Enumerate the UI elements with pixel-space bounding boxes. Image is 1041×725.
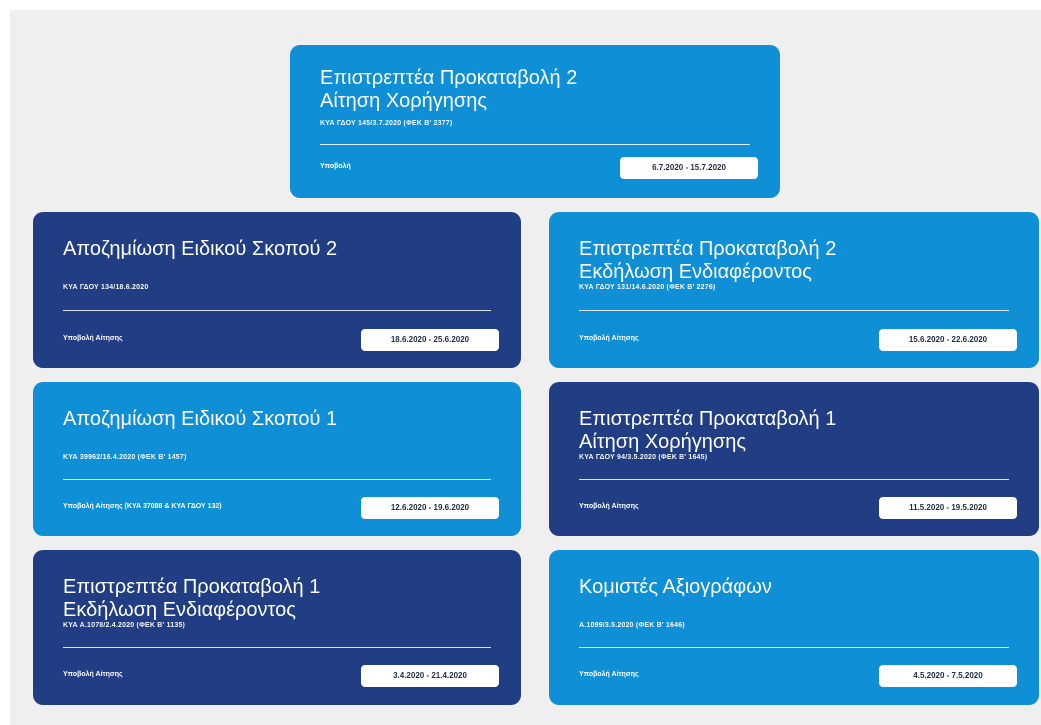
card-title: Αποζημίωση Ειδικού Σκοπού 2	[63, 238, 338, 260]
card-date-range: 18.6.2020 - 25.6.2020	[361, 329, 499, 351]
card-apozimiosi-1[interactable]: Αποζημίωση Ειδικού Σκοπού 1 ΚΥΑ 39962/16…	[33, 382, 521, 536]
card-submit-label: Υποβολή Αίτησης	[579, 671, 639, 678]
card-title: Επιστρεπτέα Προκαταβολή 2 Αίτηση Χορήγησ…	[320, 67, 578, 112]
card-submit-label: Υποβολή	[320, 163, 351, 170]
card-divider	[579, 310, 1009, 311]
card-divider	[63, 310, 491, 311]
card-reference: ΚΥΑ ΓΔΟΥ 131/14.6.2020 (ΦΕΚ Β' 2276)	[579, 284, 716, 291]
card-submit-label: Υποβολή Αίτησης	[579, 503, 639, 510]
card-divider	[63, 647, 491, 648]
card-divider	[320, 144, 750, 145]
card-epistreptea-1-ekdilosi[interactable]: Επιστρεπτέα Προκαταβολή 1 Εκδήλωση Ενδια…	[33, 550, 521, 705]
card-reference: ΚΥΑ ΓΔΟΥ 145/3.7.2020 (ΦΕΚ Β' 2377)	[320, 120, 453, 127]
card-title: Αποζημίωση Ειδικού Σκοπού 1	[63, 408, 338, 430]
card-date-range: 11.5.2020 - 19.5.2020	[879, 497, 1017, 519]
card-reference: Α.1099/3.5.2020 (ΦΕΚ Β' 1646)	[579, 622, 685, 629]
card-divider	[579, 479, 1009, 480]
card-date-range: 3.4.2020 - 21.4.2020	[361, 665, 499, 687]
card-apozimiosi-2[interactable]: Αποζημίωση Ειδικού Σκοπού 2 ΚΥΑ ΓΔΟΥ 134…	[33, 212, 521, 368]
card-epistreptea-1-aitisi[interactable]: Επιστρεπτέα Προκαταβολή 1 Αίτηση Χορήγησ…	[549, 382, 1039, 536]
card-reference: ΚΥΑ ΓΔΟΥ 134/18.6.2020	[63, 284, 149, 291]
card-title: Επιστρεπτέα Προκαταβολή 1 Εκδήλωση Ενδια…	[63, 576, 321, 621]
card-title: Επιστρεπτέα Προκαταβολή 1 Αίτηση Χορήγησ…	[579, 408, 837, 453]
card-divider	[579, 647, 1009, 648]
card-submit-label: Υποβολή Αίτησης	[63, 671, 123, 678]
card-divider	[63, 479, 491, 480]
card-reference: ΚΥΑ 39962/16.4.2020 (ΦΕΚ Β' 1457)	[63, 454, 187, 461]
card-reference: ΚΥΑ Α.1078/2.4.2020 (ΦΕΚ Β' 1135)	[63, 622, 186, 629]
card-submit-label: Υποβολή Αίτησης	[579, 335, 639, 342]
card-date-range: 4.5.2020 - 7.5.2020	[879, 665, 1017, 687]
card-reference: ΚΥΑ ΓΔΟΥ 94/3.5.2020 (ΦΕΚ Β' 1645)	[579, 454, 708, 461]
card-submit-label: Υποβολή Αίτησης (ΚΥΑ 37088 & ΚΥΑ ΓΔΟΥ 13…	[63, 503, 222, 510]
cards-panel: Επιστρεπτέα Προκαταβολή 2 Αίτηση Χορήγησ…	[10, 10, 1041, 725]
card-date-range: 15.6.2020 - 22.6.2020	[879, 329, 1017, 351]
card-epistreptea-2-ekdilosi[interactable]: Επιστρεπτέα Προκαταβολή 2 Εκδήλωση Ενδια…	[549, 212, 1039, 368]
card-submit-label: Υποβολή Αίτησης	[63, 335, 123, 342]
card-date-range: 6.7.2020 - 15.7.2020	[620, 157, 758, 179]
card-date-range: 12.6.2020 - 19.6.2020	[361, 497, 499, 519]
card-komistes-axiografon[interactable]: Κομιστές Αξιογράφων Α.1099/3.5.2020 (ΦΕΚ…	[549, 550, 1039, 705]
card-title: Επιστρεπτέα Προκαταβολή 2 Εκδήλωση Ενδια…	[579, 238, 837, 283]
card-epistreptea-2-aitisi[interactable]: Επιστρεπτέα Προκαταβολή 2 Αίτηση Χορήγησ…	[290, 45, 780, 198]
card-title: Κομιστές Αξιογράφων	[579, 576, 772, 598]
